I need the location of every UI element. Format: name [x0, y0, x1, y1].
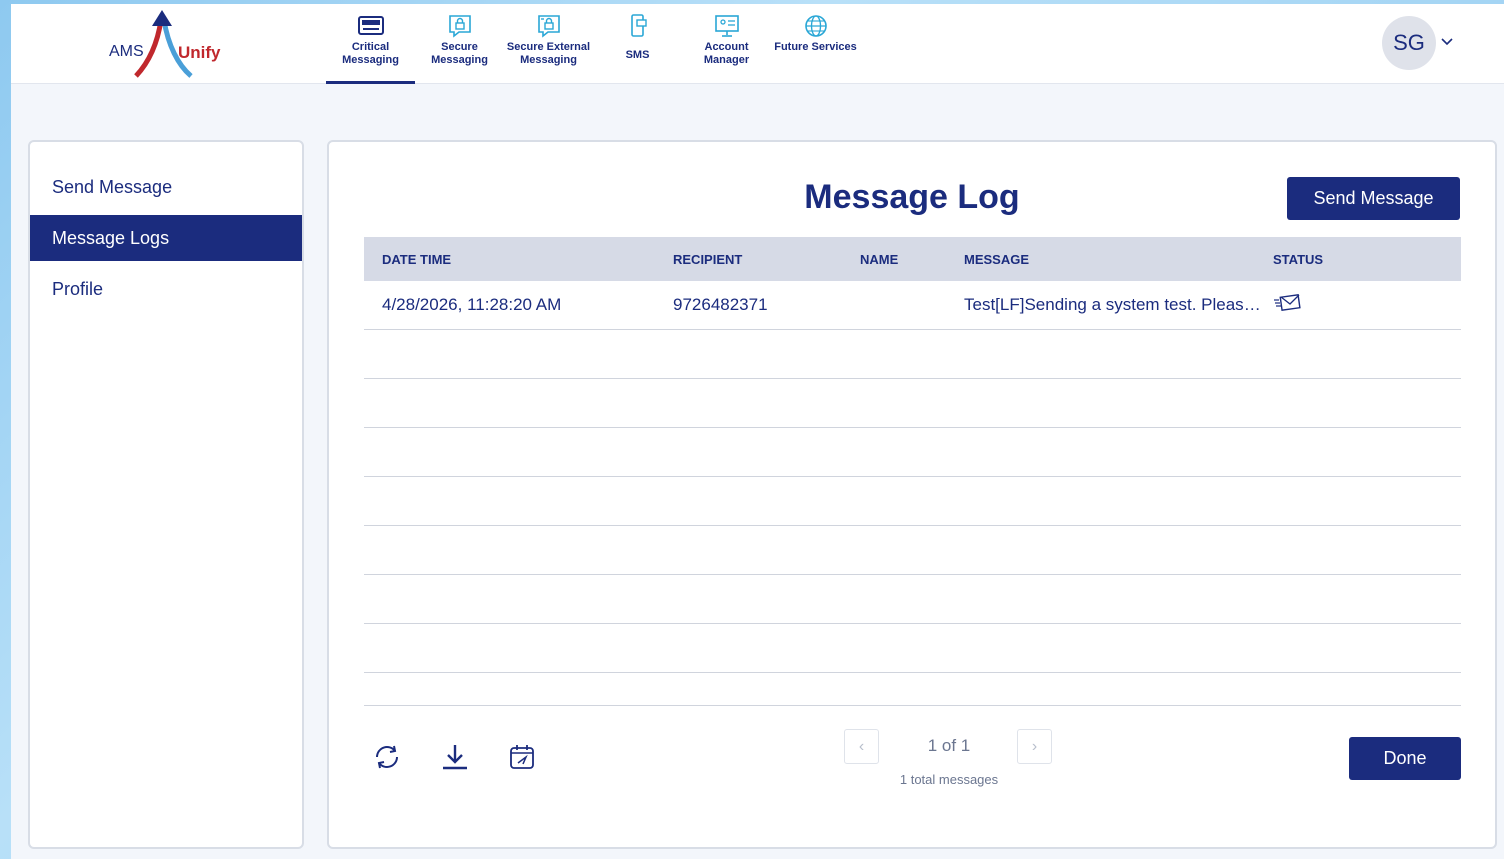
- module-nav: Critical Messaging Secure Messaging Secu…: [326, 4, 860, 84]
- empty-table-row: [364, 330, 1461, 379]
- sidebar-item-message-logs[interactable]: Message Logs: [30, 215, 302, 261]
- app-window: AMS Unify Critical Messaging Secure Mess…: [11, 4, 1504, 859]
- done-button[interactable]: Done: [1349, 737, 1461, 780]
- nav-label: Secure External Messaging: [506, 41, 591, 66]
- sidebar: Send Message Message Logs Profile: [28, 140, 304, 849]
- chat-lock-icon: [448, 15, 471, 38]
- nav-secure-messaging[interactable]: Secure Messaging: [415, 4, 504, 84]
- column-header-status[interactable]: STATUS: [1273, 252, 1461, 267]
- message-log-panel: Message Log Send Message DATE TIME RECIP…: [327, 140, 1497, 849]
- nav-label: SMS: [625, 49, 650, 61]
- nav-label: Critical Messaging: [342, 41, 399, 66]
- column-header-date-time[interactable]: DATE TIME: [364, 252, 673, 267]
- empty-table-row: [364, 526, 1461, 575]
- send-message-button[interactable]: Send Message: [1287, 177, 1460, 220]
- empty-table-row: [364, 624, 1461, 673]
- table-row[interactable]: 4/28/2026, 11:28:20 AM 9726482371 Test[L…: [364, 281, 1461, 330]
- column-header-message[interactable]: MESSAGE: [964, 252, 1273, 267]
- monitor-user-icon: [714, 15, 739, 37]
- cell-status: [1273, 293, 1461, 318]
- empty-table-row: [364, 379, 1461, 428]
- sent-envelope-icon[interactable]: [1273, 293, 1303, 313]
- cell-date-time: 4/28/2026, 11:28:20 AM: [382, 295, 562, 314]
- cell-recipient: 9726482371: [673, 295, 768, 314]
- nav-account-manager[interactable]: Account Manager: [682, 4, 771, 84]
- refresh-icon[interactable]: [372, 742, 402, 772]
- column-header-recipient[interactable]: RECIPIENT: [673, 252, 860, 267]
- table-header: DATE TIME RECIPIENT NAME MESSAGE STATUS: [364, 237, 1461, 281]
- table-divider: [364, 705, 1461, 706]
- nav-label: Secure Messaging: [431, 41, 488, 66]
- user-avatar[interactable]: SG: [1382, 16, 1436, 70]
- sidebar-item-profile[interactable]: Profile: [30, 266, 302, 312]
- ams-unify-logo[interactable]: AMS Unify: [106, 10, 236, 80]
- nav-label: Future Services: [774, 41, 857, 53]
- column-header-name[interactable]: NAME: [860, 252, 964, 267]
- nav-critical-messaging[interactable]: Critical Messaging: [326, 4, 415, 84]
- message-table: DATE TIME RECIPIENT NAME MESSAGE STATUS …: [364, 237, 1461, 673]
- pager-icon: [357, 16, 384, 35]
- top-navigation-bar: AMS Unify Critical Messaging Secure Mess…: [11, 4, 1504, 84]
- nav-sms[interactable]: SMS: [593, 4, 682, 84]
- chevron-down-icon[interactable]: [1439, 34, 1455, 50]
- calendar-icon[interactable]: [507, 742, 537, 772]
- pager-prev-button[interactable]: ‹: [844, 729, 879, 764]
- logo-ams-text: AMS: [109, 43, 144, 60]
- pager-status: 1 of 1: [927, 736, 971, 755]
- download-icon[interactable]: [440, 742, 470, 772]
- empty-table-row: [364, 428, 1461, 477]
- nav-label: Account Manager: [703, 41, 750, 66]
- globe-icon: [804, 15, 827, 37]
- logo-unify-text: Unify: [178, 43, 221, 62]
- nav-secure-external-messaging[interactable]: Secure External Messaging: [504, 4, 593, 84]
- pager-total-count: 1 total messages: [899, 772, 999, 787]
- empty-table-row: [364, 477, 1461, 526]
- cell-message: Test[LF]Sending a system test. Please ig…: [964, 295, 1273, 314]
- mobile-phone-icon: [630, 14, 647, 37]
- empty-table-row: [364, 575, 1461, 624]
- sidebar-item-send-message[interactable]: Send Message: [30, 164, 302, 210]
- pager-next-button[interactable]: ›: [1017, 729, 1052, 764]
- nav-future-services[interactable]: Future Services: [771, 4, 860, 84]
- chat-lock-external-icon: [537, 15, 560, 38]
